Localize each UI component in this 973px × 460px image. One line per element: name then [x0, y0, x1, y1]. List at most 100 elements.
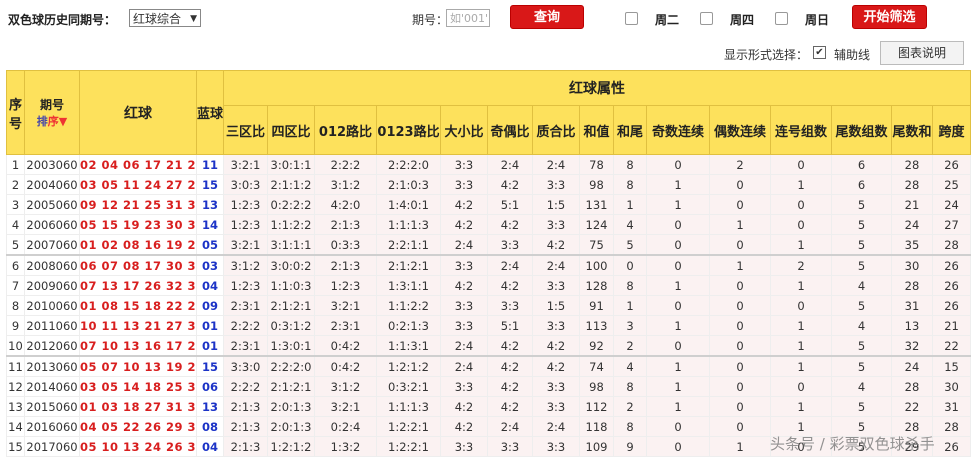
row-attr: 24	[891, 214, 933, 235]
issue-input[interactable]: 如'001'	[446, 9, 490, 27]
row-attr: 8	[613, 376, 647, 397]
header-attr-group: 红球属性	[222, 70, 972, 106]
row-attr: 2:1:1:2	[267, 174, 315, 195]
row-attr: 2:1:3	[223, 436, 268, 457]
row-attr: 124	[579, 214, 614, 235]
aux-line-label: 辅助线	[834, 48, 871, 62]
row-attr: 1:3:2	[314, 436, 377, 457]
display-options: 显示形式选择： ✔ 辅助线 图表说明	[0, 40, 973, 66]
row-attr: 2:4	[532, 154, 580, 175]
row-blue-ball: 13	[196, 194, 224, 215]
header-attr: 尾数和	[891, 105, 933, 155]
row-attr: 0	[709, 174, 771, 195]
row-attr: 4	[831, 315, 892, 336]
row-attr: 0	[709, 194, 771, 215]
row-attr: 100	[579, 254, 614, 276]
row-attr: 3:3:0	[223, 355, 268, 377]
row-blue-ball: 03	[196, 254, 224, 276]
row-attr: 3:3	[440, 315, 488, 336]
row-red-balls: 07 13 17 26 32 33	[79, 275, 197, 296]
sunday-checkbox[interactable]	[775, 12, 788, 25]
row-issue: 2005060	[24, 194, 80, 215]
row-attr: 4:2:0	[314, 194, 377, 215]
row-attr: 1	[646, 315, 710, 336]
row-attr: 75	[579, 234, 614, 256]
row-attr: 2:1:0:3	[376, 174, 441, 195]
sort-toggle[interactable]: 排序▼	[25, 113, 79, 129]
header-attr: 质合比	[532, 105, 580, 155]
row-attr: 5	[831, 234, 892, 256]
header-attr: 和值	[579, 105, 614, 155]
header-attr: 和尾	[613, 105, 647, 155]
row-attr: 4:2	[532, 234, 580, 256]
row-attr: 4:2	[440, 214, 488, 235]
row-attr: 3:0:0:2	[267, 254, 315, 276]
row-attr: 2:1:3	[314, 254, 377, 276]
row-attr: 74	[579, 355, 614, 377]
row-attr: 1	[646, 275, 710, 296]
row-blue-ball: 05	[196, 234, 224, 256]
row-attr: 4:2	[440, 194, 488, 215]
row-attr: 3:2:1	[223, 154, 268, 175]
row-attr: 8	[613, 416, 647, 437]
table-row: 1 2003060 02 04 06 17 21 28 11 3:2:1 3:0:1:1 2…	[6, 154, 972, 175]
row-attr: 2	[613, 396, 647, 417]
row-attr: 4:2	[487, 275, 533, 296]
tuesday-label: 周二	[655, 13, 680, 27]
row-attr: 0	[709, 315, 771, 336]
row-attr: 1	[770, 396, 832, 417]
row-attr: 1:2:2:1	[376, 436, 441, 457]
header-issue[interactable]: 期号 排序▼	[24, 70, 80, 155]
row-attr: 1:3:0:1	[267, 335, 315, 357]
row-attr: 3:3	[440, 376, 488, 397]
row-attr: 2:0:1:3	[267, 396, 315, 417]
row-attr: 2:1:3	[223, 416, 268, 437]
row-attr: 1	[646, 376, 710, 397]
row-attr: 9	[613, 436, 647, 457]
table-row: 13 2015060 01 03 18 27 31 32 13 2:1:3 2:0:1:3…	[6, 396, 972, 417]
row-attr: 3	[613, 315, 647, 336]
filter-button[interactable]: 开始筛选	[852, 5, 927, 29]
row-attr: 1:1:0:3	[267, 275, 315, 296]
row-attr: 22	[931, 335, 972, 357]
row-attr: 0	[709, 396, 771, 417]
table-row: 8 2010060 01 08 15 18 22 27 09 2:3:1 2:1:2:1 3…	[6, 295, 972, 316]
row-attr: 31	[891, 295, 933, 316]
tuesday-checkbox[interactable]	[625, 12, 638, 25]
row-attr: 1	[709, 214, 771, 235]
row-attr: 15	[931, 355, 972, 377]
row-attr: 8	[613, 154, 647, 175]
row-attr: 2:2:2	[223, 376, 268, 397]
row-attr: 0	[709, 295, 771, 316]
row-attr: 0:4:2	[314, 335, 377, 357]
row-attr: 2:1:2:1	[267, 376, 315, 397]
row-attr: 8	[613, 174, 647, 195]
mode-select[interactable]: 红球综合 ▼	[129, 9, 201, 27]
row-attr: 2:2:2	[223, 315, 268, 336]
row-attr: 5	[613, 234, 647, 256]
row-red-balls: 05 15 19 23 30 32	[79, 214, 197, 235]
row-attr: 1:2:3	[223, 214, 268, 235]
row-attr: 0:2:2:2	[267, 194, 315, 215]
row-attr: 21	[931, 315, 972, 336]
row-attr: 3:3	[487, 234, 533, 256]
row-attr: 26	[931, 275, 972, 296]
row-attr: 2:2:2:0	[376, 154, 441, 175]
row-attr: 0	[646, 436, 710, 457]
row-attr: 2:3:1	[314, 315, 377, 336]
aux-line-checkbox[interactable]: ✔	[813, 46, 826, 59]
row-issue: 2004060	[24, 174, 80, 195]
row-attr: 4:2	[440, 396, 488, 417]
row-attr: 2:4	[440, 234, 488, 256]
query-button[interactable]: 查询	[510, 5, 584, 29]
row-attr: 0	[709, 416, 771, 437]
row-attr: 31	[931, 396, 972, 417]
thursday-checkbox[interactable]	[700, 12, 713, 25]
row-attr: 0	[709, 234, 771, 256]
row-attr: 5	[831, 396, 892, 417]
row-attr: 5	[831, 355, 892, 377]
table-body: 1 2003060 02 04 06 17 21 28 11 3:2:1 3:0:1:1 2…	[6, 154, 972, 457]
row-attr: 3:0:3	[223, 174, 268, 195]
legend-button[interactable]: 图表说明	[880, 41, 964, 65]
row-attr: 26	[931, 436, 972, 457]
